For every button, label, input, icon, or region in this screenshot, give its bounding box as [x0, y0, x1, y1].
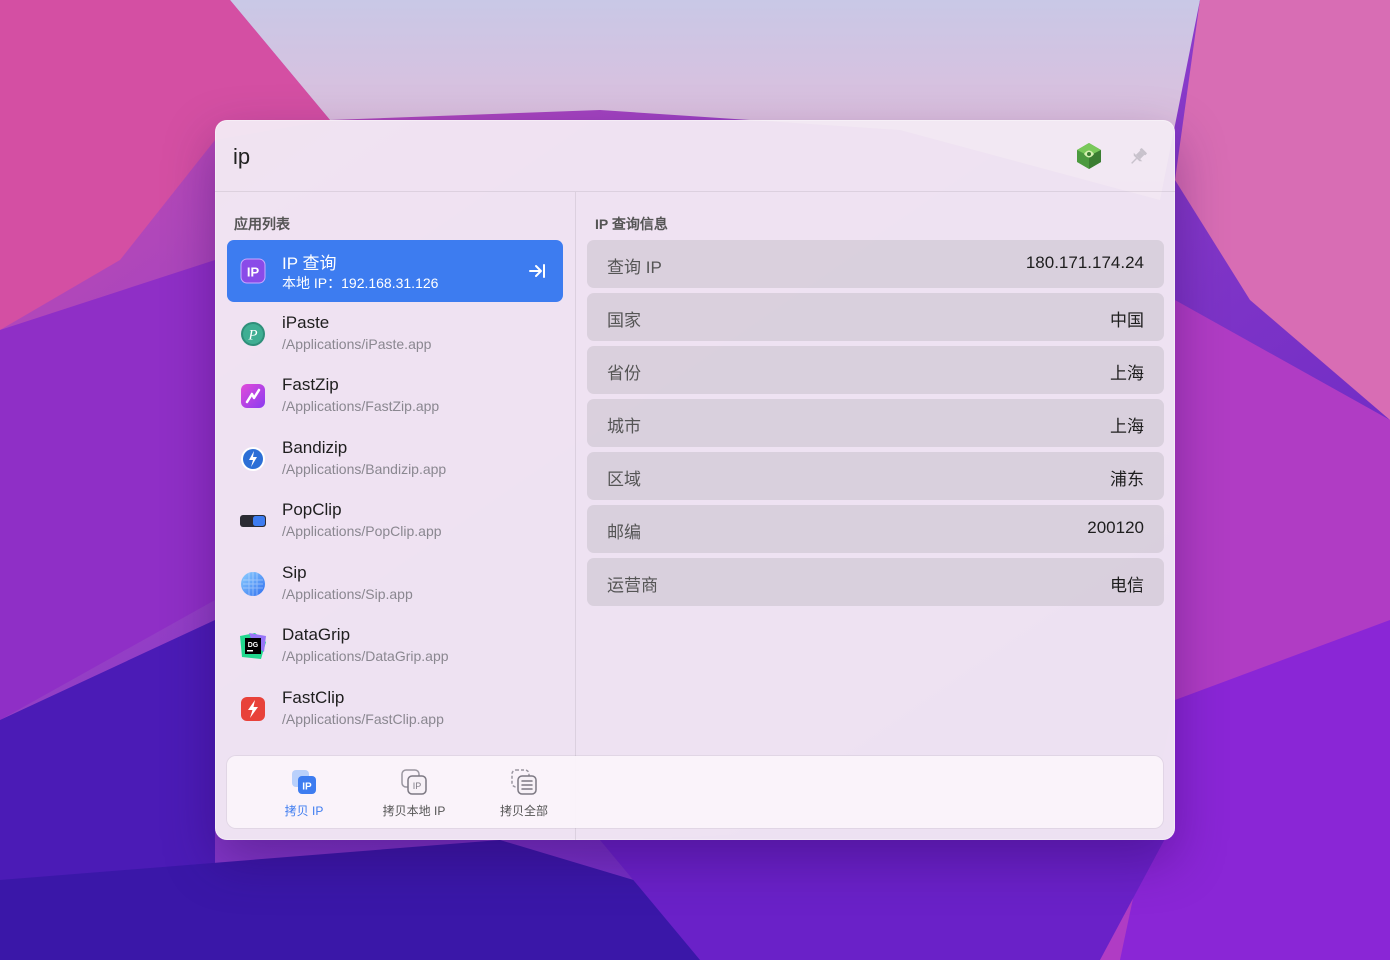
app-path: /Applications/Bandizip.app — [282, 460, 447, 477]
info-row-postcode[interactable]: 邮编 200120 — [587, 505, 1164, 553]
app-name: FastZip — [282, 375, 339, 394]
fastclip-app-icon — [241, 696, 265, 721]
info-row-query-ip[interactable]: 查询 IP 180.171.174.24 — [587, 240, 1164, 288]
ip-info-pane: IP 查询信息 查询 IP 180.171.174.24 国家 中国 省份 上海… — [576, 192, 1175, 840]
svg-text:DG: DG — [248, 642, 259, 649]
app-path: /Applications/iPaste.app — [282, 335, 432, 352]
info-value: 180.171.174.24 — [1025, 253, 1144, 272]
app-name: FastClip — [282, 687, 345, 707]
info-value: 上海 — [1110, 364, 1144, 383]
info-value: 上海 — [1110, 417, 1144, 436]
launcher-window: 应用列表 IP IP 查询 本地 IP：192.168.31.126 — [215, 120, 1175, 840]
ip-query-icon: IP — [240, 258, 266, 284]
app-path: /Applications/PopClip.app — [282, 523, 442, 539]
app-path: /Applications/FastZip.app — [282, 398, 440, 414]
info-value: 200120 — [1087, 518, 1144, 537]
info-row-isp[interactable]: 运营商 电信 — [587, 558, 1164, 606]
search-bar — [215, 120, 1175, 192]
copy-ip-button[interactable]: IP 拷贝 IP — [249, 756, 359, 828]
svg-text:IP: IP — [413, 781, 422, 791]
app-name: PopClip — [282, 500, 342, 519]
app-path: /Applications/DataGrip.app — [282, 648, 449, 664]
svg-text:P: P — [247, 327, 257, 343]
app-name: Sip — [282, 562, 307, 582]
info-row-city[interactable]: 城市 上海 — [587, 399, 1164, 447]
app-list-pane: 应用列表 IP IP 查询 本地 IP：192.168.31.126 P iPa… — [215, 192, 576, 840]
svg-text:IP: IP — [302, 782, 312, 793]
ip-info-title: IP 查询信息 — [595, 216, 668, 232]
info-key: 查询 IP — [607, 258, 662, 277]
copy-local-ip-icon: IP — [401, 769, 427, 795]
list-item-popclip[interactable]: PopClip /Applications/PopClip.app — [227, 490, 563, 552]
list-item-bandizip[interactable]: Bandizip /Applications/Bandizip.app — [227, 428, 563, 490]
search-input[interactable] — [231, 136, 1055, 178]
app-subtitle: 本地 IP：192.168.31.126 — [282, 275, 439, 291]
app-list: IP IP 查询 本地 IP：192.168.31.126 P iPaste /… — [227, 240, 563, 740]
app-path: /Applications/FastClip.app — [282, 710, 444, 727]
list-item-fastclip[interactable]: FastClip /Applications/FastClip.app — [227, 678, 563, 740]
copy-local-ip-label: 拷贝本地 IP — [382, 804, 446, 818]
copy-all-button[interactable]: 拷贝全部 — [469, 756, 579, 828]
app-list-title: 应用列表 — [234, 216, 290, 232]
pin-icon[interactable] — [1127, 146, 1149, 168]
info-key: 城市 — [607, 417, 641, 436]
enter-arrow-icon — [529, 264, 545, 278]
app-name: DataGrip — [282, 625, 351, 644]
info-row-province[interactable]: 省份 上海 — [587, 346, 1164, 394]
datagrip-app-icon: DG — [240, 633, 266, 659]
svg-text:IP: IP — [247, 265, 260, 280]
copy-local-ip-button[interactable]: IP 拷贝本地 IP — [359, 756, 469, 828]
app-path: /Applications/Sip.app — [282, 585, 413, 602]
info-value: 中国 — [1110, 311, 1144, 330]
copy-all-icon — [511, 769, 537, 795]
info-key: 邮编 — [607, 523, 641, 542]
app-name: Bandizip — [282, 437, 348, 457]
fastzip-app-icon — [241, 384, 265, 408]
sip-app-icon — [241, 571, 265, 596]
list-item-ipaste[interactable]: P iPaste /Applications/iPaste.app — [227, 303, 563, 365]
copy-ip-icon: IP — [292, 770, 316, 794]
list-item-ip-query[interactable]: IP IP 查询 本地 IP：192.168.31.126 — [227, 240, 563, 302]
ip-info-list: 查询 IP 180.171.174.24 国家 中国 省份 上海 城市 上海 区… — [587, 240, 1164, 611]
info-key: 省份 — [607, 364, 641, 383]
list-item-sip[interactable]: Sip /Applications/Sip.app — [227, 553, 563, 615]
copy-all-label: 拷贝全部 — [499, 804, 548, 818]
app-name: iPaste — [282, 312, 330, 332]
info-key: 运营商 — [607, 576, 658, 595]
action-bar: IP 拷贝 IP IP 拷贝本地 IP 拷贝全部 — [227, 756, 1163, 828]
copy-ip-label: 拷贝 IP — [284, 804, 324, 818]
info-value: 电信 — [1110, 576, 1144, 595]
bandizip-app-icon — [241, 446, 265, 471]
info-value: 浦东 — [1110, 470, 1144, 489]
info-row-district[interactable]: 区域 浦东 — [587, 452, 1164, 500]
info-row-country[interactable]: 国家 中国 — [587, 293, 1164, 341]
info-key: 区域 — [607, 470, 641, 489]
app-name: IP 查询 — [282, 254, 337, 273]
plugin-logo-icon[interactable] — [1075, 142, 1103, 170]
info-key: 国家 — [607, 311, 641, 330]
popclip-app-icon — [240, 515, 266, 527]
list-item-datagrip[interactable]: DG DataGrip /Applications/DataGrip.app — [227, 615, 563, 677]
list-item-fastzip[interactable]: FastZip /Applications/FastZip.app — [227, 365, 563, 427]
ipaste-app-icon: P — [241, 321, 265, 346]
